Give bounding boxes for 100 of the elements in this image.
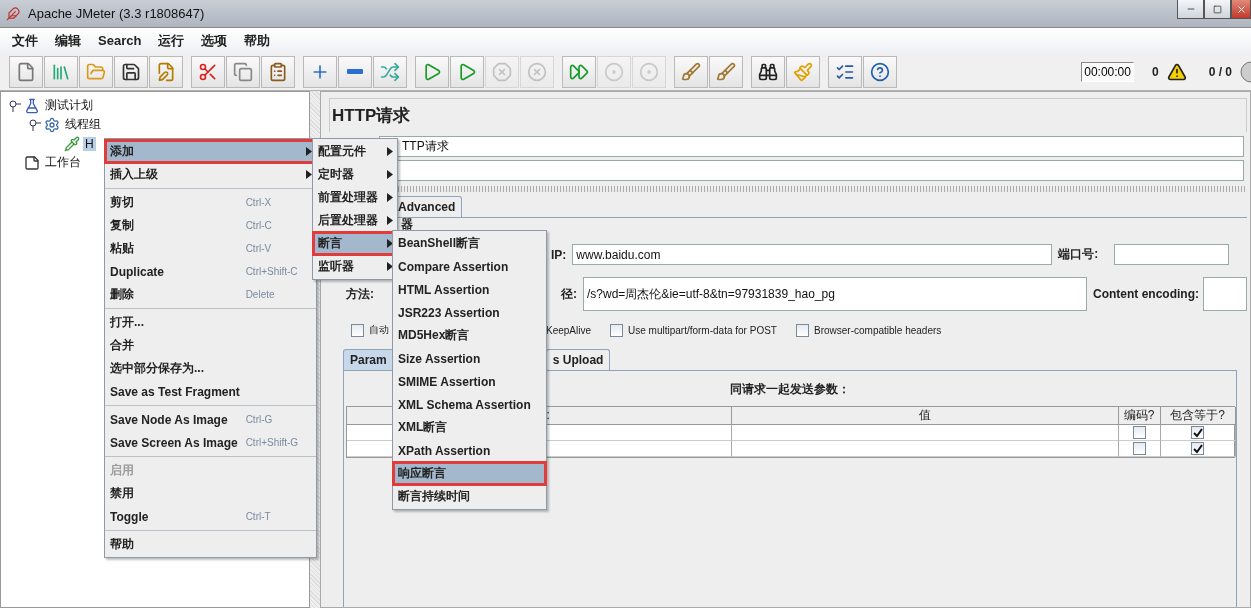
menu-item[interactable]: 剪切 Ctrl-X — [105, 191, 316, 214]
menu-item[interactable]: JSR223 Assertion — [393, 301, 546, 324]
menu-item[interactable]: 打开... — [105, 311, 316, 334]
double-play-icon — [569, 61, 589, 82]
port-field[interactable] — [1114, 244, 1230, 265]
panel-title: HTTP请求 — [329, 98, 1247, 132]
menu-item[interactable]: 定时器 — [313, 163, 397, 186]
menu-item[interactable]: Size Assertion — [393, 347, 546, 370]
field-label: 端口号: — [1058, 246, 1100, 263]
toolbar-button[interactable] — [114, 55, 148, 88]
menu-item[interactable]: 帮助 — [105, 533, 316, 556]
error-count: 0 — [1151, 64, 1159, 79]
elapsed-timer: 00:00:00 — [1081, 61, 1134, 82]
window-title: Apache JMeter (3.3 r1808647) — [28, 6, 205, 21]
column-header: 编码? — [1118, 407, 1161, 425]
checkbox[interactable] — [610, 323, 623, 337]
blank-page-icon — [16, 61, 36, 82]
expand-handle-icon[interactable] — [9, 99, 21, 112]
menu-item[interactable]: Save Screen As Image Ctrl+Shift-G — [105, 431, 316, 454]
shortcut-label: Ctrl+Shift-C — [245, 266, 299, 277]
tree-item[interactable]: H — [83, 136, 96, 151]
menu-item[interactable]: Save as Test Fragment — [105, 380, 316, 403]
table-caption: 同请求一起发送参数： — [730, 381, 850, 398]
tree-item[interactable]: 测试计划 — [43, 97, 95, 114]
copy-icon — [233, 61, 253, 82]
menu-item[interactable]: 合并 — [105, 334, 316, 357]
menu-item[interactable]: XPath Assertion — [393, 439, 546, 462]
column-header: 包含等于? — [1160, 407, 1236, 425]
field-label: IP: — [551, 247, 567, 262]
tab[interactable]: s Upload — [545, 349, 611, 370]
option-label: Use multipart/form-data for POST — [628, 324, 777, 336]
menu-bar-item[interactable]: 选项 — [201, 31, 228, 50]
menu-item[interactable]: SMIME Assertion — [393, 370, 546, 393]
stop-icon — [492, 61, 512, 82]
play-icon — [457, 61, 477, 82]
toolbar-button[interactable] — [751, 55, 785, 88]
menu-item[interactable]: Compare Assertion — [393, 255, 546, 278]
menu-item[interactable]: Toggle Ctrl-T — [105, 505, 316, 528]
toolbar-button[interactable] — [828, 55, 862, 88]
feather-icon — [6, 6, 20, 21]
pencil-page-icon — [156, 61, 176, 82]
thread-count: 0 / 0 — [1208, 64, 1232, 79]
expand-handle-icon[interactable] — [29, 118, 41, 131]
checkbox[interactable] — [1191, 442, 1204, 455]
menu-item[interactable]: 删除 Delete — [105, 283, 316, 306]
option-label: Browser-compatible headers — [814, 324, 942, 336]
shortcut-label: Ctrl-V — [245, 243, 273, 254]
shortcut-label: Ctrl+Shift-G — [245, 437, 300, 448]
menu-item[interactable]: 插入上级 — [105, 163, 316, 186]
notepad-icon — [24, 154, 40, 171]
close-button[interactable] — [1231, 0, 1251, 19]
checkbox[interactable] — [1132, 426, 1146, 439]
menu-bar-item[interactable]: 运行 — [158, 31, 185, 50]
checkbox[interactable] — [796, 323, 809, 337]
pipette-icon — [64, 135, 80, 152]
menu-item[interactable]: HTML Assertion — [393, 278, 546, 301]
option-label: KeepAlive — [546, 324, 592, 336]
table-cell[interactable] — [731, 425, 1119, 441]
checkbox[interactable] — [1191, 426, 1204, 439]
name-field[interactable]: TTP请求 — [379, 136, 1244, 157]
encoding-field[interactable] — [1203, 277, 1247, 311]
menu-bar-item[interactable]: Search — [98, 33, 142, 48]
field-label: Content encoding: — [1093, 287, 1199, 301]
path-field[interactable]: /s?wd=周杰伦&ie=utf-8&tn=97931839_hao_pg — [583, 277, 1087, 311]
checkbox[interactable] — [351, 323, 364, 337]
maximize-icon — [1213, 4, 1222, 14]
menu-item[interactable]: Save Node As Image Ctrl-G — [105, 408, 316, 431]
toolbar-button[interactable] — [863, 55, 897, 88]
fieldset-legend: 器 — [401, 218, 413, 231]
minimize-button[interactable] — [1177, 0, 1204, 19]
column-header: 值 — [731, 407, 1119, 425]
menu-item[interactable]: 复制 Ctrl-C — [105, 214, 316, 237]
tree-item[interactable]: 工作台 — [43, 154, 83, 171]
shortcut-label: Ctrl-G — [245, 414, 274, 425]
field-label: 径: — [561, 285, 577, 303]
menu-bar-item[interactable]: 文件 — [12, 31, 38, 50]
tab[interactable]: Param — [343, 349, 394, 370]
server-field[interactable]: www.baidu.com — [572, 244, 1053, 265]
menu-item[interactable]: 响应断言 — [393, 462, 546, 485]
play-icon — [422, 61, 442, 82]
checkbox[interactable] — [1132, 442, 1146, 455]
menu-item[interactable]: 粘贴 Ctrl-V — [105, 237, 316, 260]
option-label: 自动 — [369, 323, 389, 337]
clipboard-icon — [268, 61, 288, 82]
shutdown-icon — [527, 61, 547, 82]
help-icon — [870, 61, 890, 82]
tree-item[interactable]: 线程组 — [63, 116, 103, 133]
menu-bar-item[interactable]: 编辑 — [55, 31, 81, 50]
menu-bar-item[interactable]: 帮助 — [244, 31, 271, 50]
menu-item[interactable]: 断言持续时间 — [393, 485, 546, 508]
shortcut-label: Ctrl-C — [245, 220, 273, 231]
menu-item[interactable]: Duplicate Ctrl+Shift-C — [105, 260, 316, 283]
menu-item[interactable]: MD5Hex断言 — [393, 324, 546, 347]
menu-item[interactable]: 选中部分保存为... — [105, 357, 316, 380]
table-cell[interactable] — [731, 441, 1119, 457]
shortcut-label: Ctrl-T — [245, 511, 272, 522]
gear-icon — [44, 116, 60, 133]
menu-item[interactable]: 禁用 — [105, 482, 316, 505]
shortcut-label: Delete — [245, 289, 276, 300]
maximize-button[interactable] — [1204, 0, 1231, 19]
